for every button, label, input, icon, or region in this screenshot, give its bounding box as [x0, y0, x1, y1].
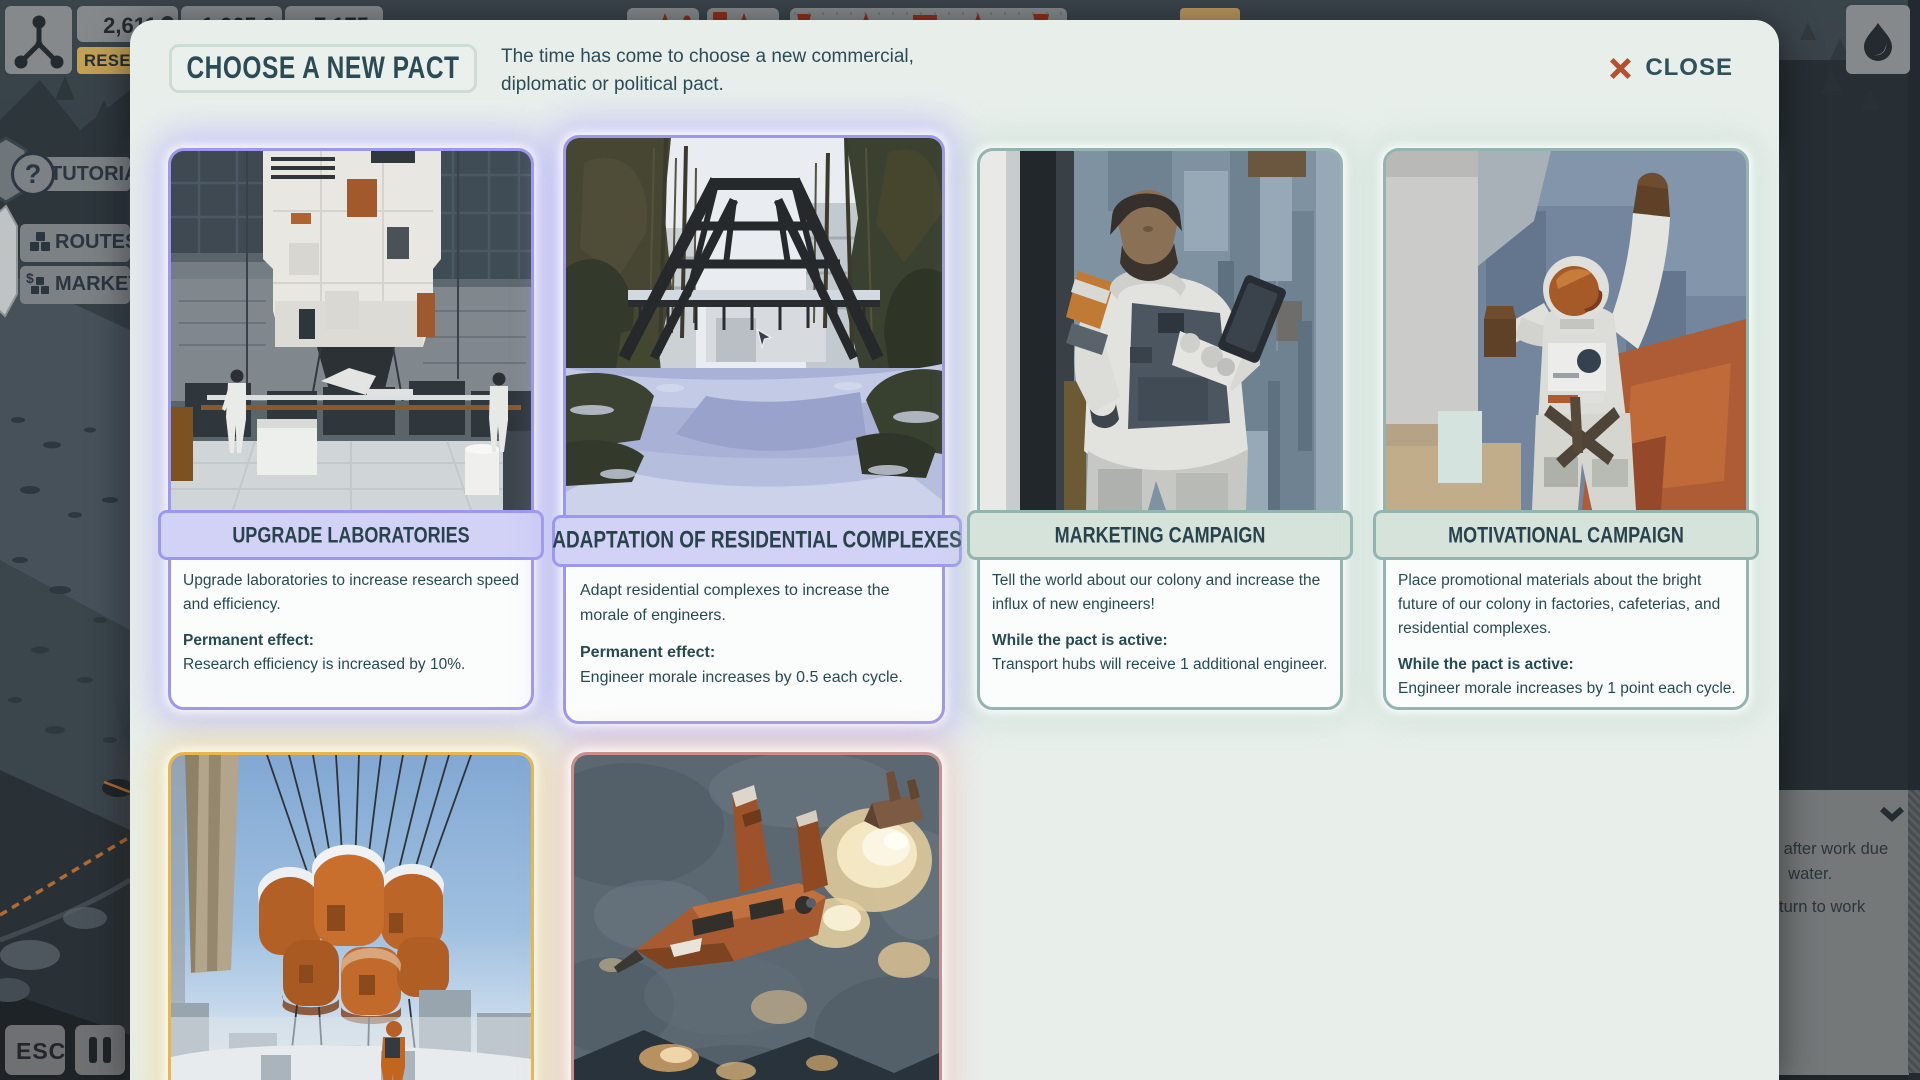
svg-text:$: $: [26, 271, 34, 286]
